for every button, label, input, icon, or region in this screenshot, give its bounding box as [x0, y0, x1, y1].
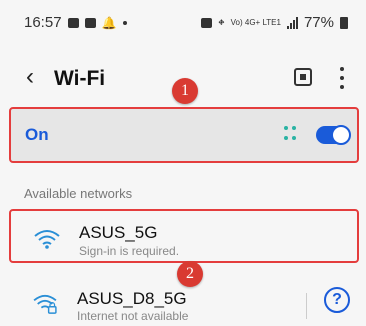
annotation-badge-2: 2 — [177, 261, 203, 287]
annotation-badge-1: 1 — [172, 78, 198, 104]
alarm-icon — [201, 17, 213, 28]
network-status: Sign-in is required. — [79, 244, 180, 258]
page-title: Wi-Fi — [54, 67, 106, 90]
battery-icon — [340, 16, 348, 29]
wifi-toggle-label: On — [25, 125, 49, 144]
status-left: 16:57 🔔 — [24, 14, 127, 31]
wifi-toggle-row[interactable]: On — [9, 107, 359, 163]
wifi-signal-icon — [34, 230, 60, 249]
network-ssid: ASUS_D8_5G — [77, 289, 187, 308]
status-bar: 16:57 🔔 ⛖ Vo) 4G+ LTE1 77% — [0, 0, 366, 58]
network-type: Vo) 4G+ LTE1 — [230, 17, 281, 27]
help-icon[interactable]: ? — [324, 287, 350, 313]
wifi-secured-icon — [33, 294, 57, 314]
network-ssid: ASUS_5G — [79, 223, 158, 242]
toggle-knob — [331, 125, 351, 145]
status-right: ⛖ Vo) 4G+ LTE1 77% — [201, 14, 348, 31]
qr-code-icon[interactable] — [294, 68, 312, 86]
clock: 16:57 — [24, 14, 62, 31]
wifi-toggle-switch[interactable] — [316, 125, 351, 145]
divider — [306, 293, 307, 319]
wifi-status-icon: ⛖ — [218, 17, 225, 27]
gallery-notification-icon — [67, 17, 79, 28]
bell-icon: 🔔 — [101, 15, 117, 30]
section-header-available: Available networks — [24, 186, 133, 201]
network-status: Internet not available — [77, 309, 189, 323]
app-frame: 16:57 🔔 ⛖ Vo) 4G+ LTE1 77% ‹ Wi-Fi 1 On — [0, 0, 366, 326]
chevron-left-icon[interactable]: ‹ — [26, 65, 34, 89]
wifi-direct-icon[interactable] — [284, 126, 298, 142]
network-item-asus-5g[interactable]: ASUS_5G Sign-in is required. — [9, 209, 359, 263]
calendar-notification-icon — [84, 17, 96, 28]
battery-percent: 77% — [303, 14, 334, 31]
signal-icon — [286, 16, 298, 29]
more-notifications-icon — [122, 20, 127, 25]
more-vertical-icon[interactable] — [340, 67, 344, 89]
